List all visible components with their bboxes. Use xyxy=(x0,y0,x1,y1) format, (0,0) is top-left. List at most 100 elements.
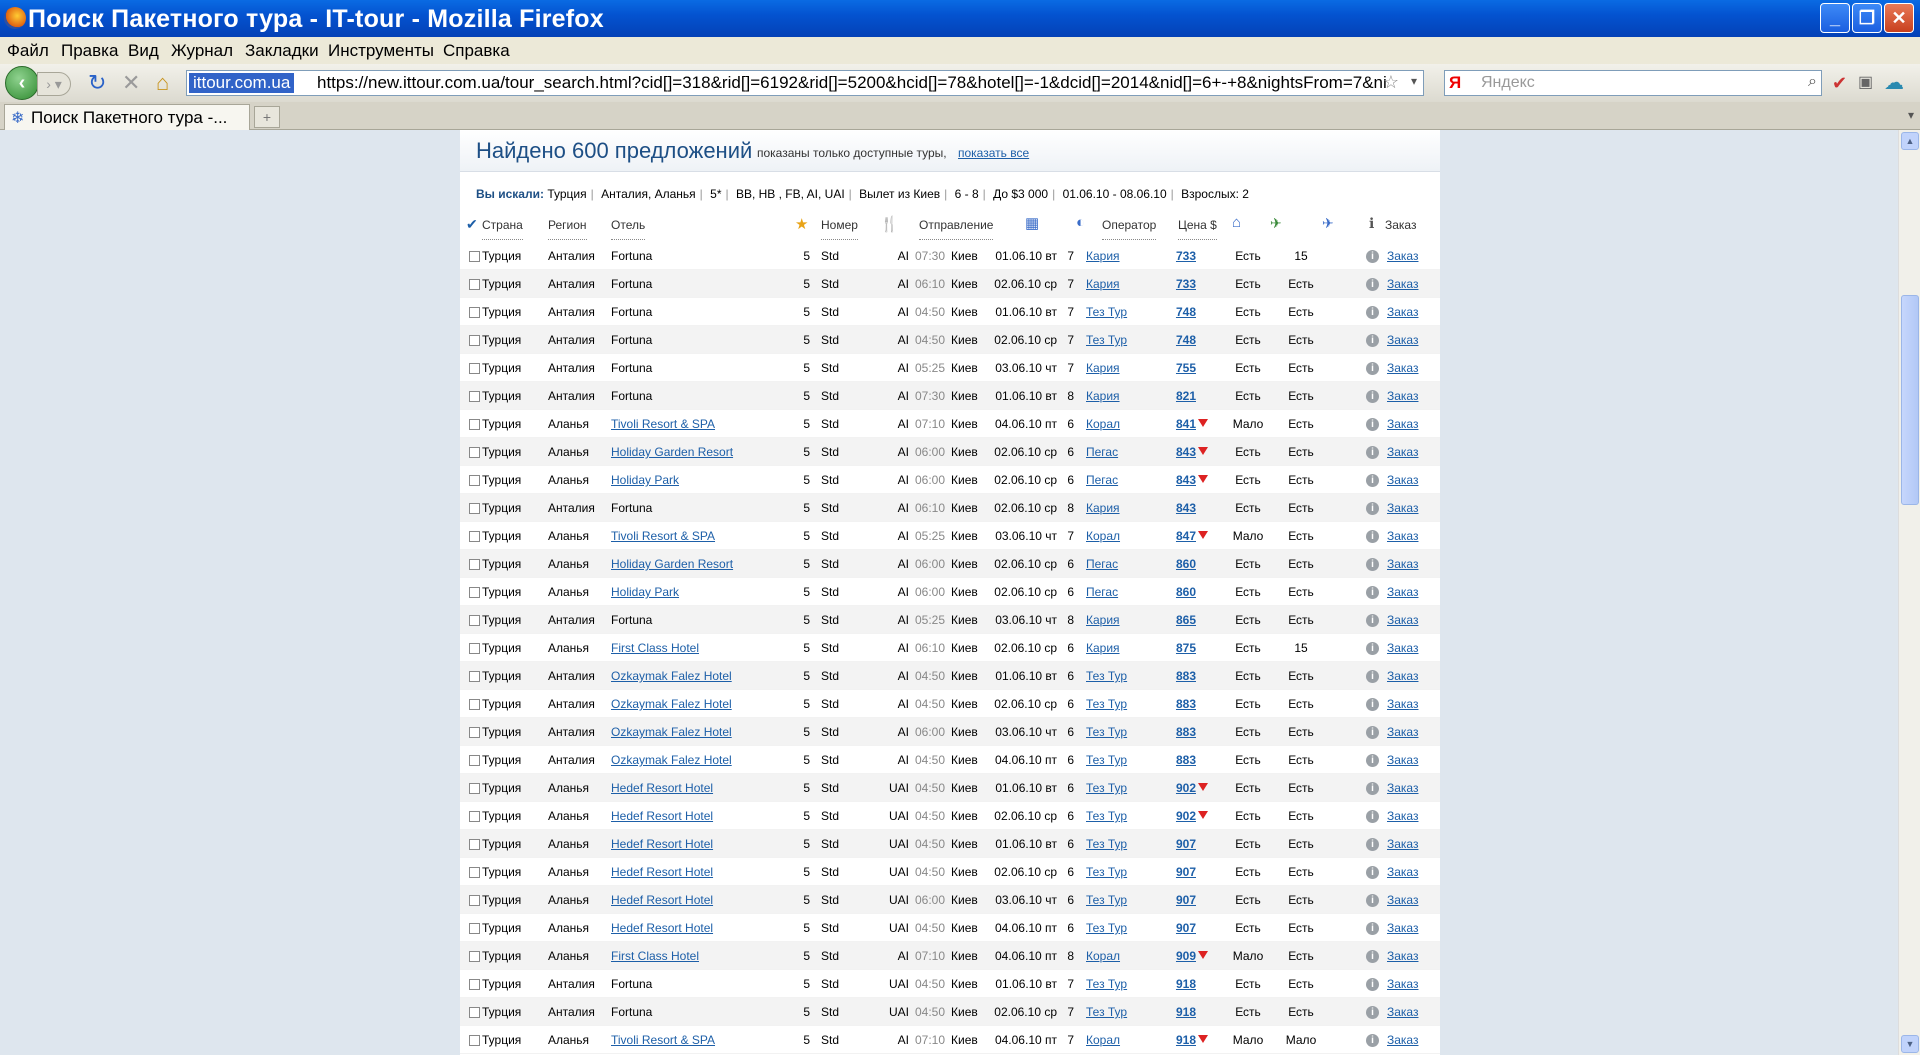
cell-hotel[interactable]: First Class Hotel xyxy=(611,949,699,963)
cell-operator[interactable]: Пегас xyxy=(1086,473,1118,487)
cell-operator[interactable]: Кария xyxy=(1086,361,1120,375)
row-checkbox[interactable] xyxy=(469,475,480,486)
order-link[interactable]: Заказ xyxy=(1387,361,1418,375)
row-info-icon[interactable]: i xyxy=(1366,250,1379,263)
row-info-icon[interactable]: i xyxy=(1366,838,1379,851)
order-link[interactable]: Заказ xyxy=(1387,669,1418,683)
row-checkbox[interactable] xyxy=(469,895,480,906)
search-input[interactable]: Яндекс xyxy=(1481,74,1535,92)
cell-price[interactable]: 907 xyxy=(1162,893,1196,907)
cell-operator[interactable]: Кария xyxy=(1086,501,1120,515)
cell-price[interactable]: 748 xyxy=(1162,305,1196,319)
stars-icon[interactable]: ★ xyxy=(795,215,808,237)
cell-hotel[interactable]: Ozkaymak Falez Hotel xyxy=(611,669,732,683)
cell-price[interactable]: 883 xyxy=(1162,669,1196,683)
cell-price[interactable]: 918 xyxy=(1162,1005,1196,1019)
order-link[interactable]: Заказ xyxy=(1387,865,1418,879)
cell-price[interactable]: 918 xyxy=(1162,1033,1196,1047)
cell-operator[interactable]: Пегас xyxy=(1086,585,1118,599)
cell-operator[interactable]: Пегас xyxy=(1086,445,1118,459)
order-link[interactable]: Заказ xyxy=(1387,781,1418,795)
menu-history[interactable]: Журнал xyxy=(171,41,233,61)
row-info-icon[interactable]: i xyxy=(1366,558,1379,571)
row-checkbox[interactable] xyxy=(469,335,480,346)
col-departure[interactable]: Отправление xyxy=(919,218,994,240)
cell-price[interactable]: 748 xyxy=(1162,333,1196,347)
order-link[interactable]: Заказ xyxy=(1387,893,1418,907)
cell-operator[interactable]: Кария xyxy=(1086,641,1120,655)
show-all-link[interactable]: показать все xyxy=(958,146,1029,160)
cell-price[interactable]: 907 xyxy=(1162,921,1196,935)
row-checkbox[interactable] xyxy=(469,391,480,402)
cell-operator[interactable]: Тез Тур xyxy=(1086,725,1127,739)
cell-price[interactable]: 733 xyxy=(1162,277,1196,291)
back-button[interactable]: ‹ xyxy=(5,66,39,100)
cell-operator[interactable]: Кария xyxy=(1086,277,1120,291)
cell-price[interactable]: 843 xyxy=(1162,501,1196,515)
addon-icon[interactable]: ✔ xyxy=(1832,72,1847,94)
order-link[interactable]: Заказ xyxy=(1387,977,1418,991)
scroll-up-button[interactable]: ▲ xyxy=(1901,132,1919,150)
order-link[interactable]: Заказ xyxy=(1387,697,1418,711)
row-info-icon[interactable]: i xyxy=(1366,278,1379,291)
cell-price[interactable]: 883 xyxy=(1162,725,1196,739)
cell-operator[interactable]: Корал xyxy=(1086,529,1120,543)
col-price[interactable]: Цена $ xyxy=(1178,218,1217,240)
cell-operator[interactable]: Тез Тур xyxy=(1086,697,1127,711)
cell-operator[interactable]: Тез Тур xyxy=(1086,669,1127,683)
cell-hotel[interactable]: Holiday Park xyxy=(611,585,679,599)
cell-hotel[interactable]: Tivoli Resort & SPA xyxy=(611,417,715,431)
forward-button[interactable]: › ▾ xyxy=(37,72,71,96)
url-bar[interactable]: ittour.com.ua https://new.ittour.com.ua/… xyxy=(186,70,1424,96)
calendar-icon[interactable]: ▦ xyxy=(1025,214,1039,236)
cell-price[interactable]: 909 xyxy=(1162,949,1196,963)
row-checkbox[interactable] xyxy=(469,811,480,822)
col-hotel[interactable]: Отель xyxy=(611,218,646,240)
row-checkbox[interactable] xyxy=(469,671,480,682)
row-info-icon[interactable]: i xyxy=(1366,782,1379,795)
row-checkbox[interactable] xyxy=(469,279,480,290)
row-checkbox[interactable] xyxy=(469,363,480,374)
cell-price[interactable]: 847 xyxy=(1162,529,1196,543)
order-link[interactable]: Заказ xyxy=(1387,277,1418,291)
order-link[interactable]: Заказ xyxy=(1387,445,1418,459)
row-info-icon[interactable]: i xyxy=(1366,390,1379,403)
col-operator[interactable]: Оператор xyxy=(1102,218,1157,240)
row-checkbox[interactable] xyxy=(469,587,480,598)
row-checkbox[interactable] xyxy=(469,503,480,514)
order-link[interactable]: Заказ xyxy=(1387,529,1418,543)
row-info-icon[interactable]: i xyxy=(1366,446,1379,459)
menu-view[interactable]: Вид xyxy=(128,41,159,61)
cell-hotel[interactable]: Hedef Resort Hotel xyxy=(611,921,713,935)
row-checkbox[interactable] xyxy=(469,923,480,934)
row-info-icon[interactable]: i xyxy=(1366,502,1379,515)
order-link[interactable]: Заказ xyxy=(1387,641,1418,655)
flight-back-icon[interactable]: ✈ xyxy=(1322,215,1334,237)
cell-price[interactable]: 883 xyxy=(1162,753,1196,767)
row-checkbox[interactable] xyxy=(469,531,480,542)
site-identity[interactable]: ittour.com.ua xyxy=(189,73,295,93)
row-checkbox[interactable] xyxy=(469,251,480,262)
row-info-icon[interactable]: i xyxy=(1366,306,1379,319)
cell-price[interactable]: 883 xyxy=(1162,697,1196,711)
url-text[interactable]: https://new.ittour.com.ua/tour_search.ht… xyxy=(317,73,1387,93)
order-link[interactable]: Заказ xyxy=(1387,333,1418,347)
cell-hotel[interactable]: Hedef Resort Hotel xyxy=(611,837,713,851)
row-checkbox[interactable] xyxy=(469,615,480,626)
cell-price[interactable]: 860 xyxy=(1162,585,1196,599)
order-link[interactable]: Заказ xyxy=(1387,949,1418,963)
reload-icon[interactable]: ↻ xyxy=(88,72,106,94)
row-checkbox[interactable] xyxy=(469,755,480,766)
col-room[interactable]: Номер xyxy=(821,218,858,240)
row-checkbox[interactable] xyxy=(469,699,480,710)
order-link[interactable]: Заказ xyxy=(1387,249,1418,263)
hotel-availability-icon[interactable]: ⌂ xyxy=(1232,214,1241,236)
row-info-icon[interactable]: i xyxy=(1366,362,1379,375)
cell-operator[interactable]: Тез Тур xyxy=(1086,893,1127,907)
cell-price[interactable]: 902 xyxy=(1162,809,1196,823)
cell-operator[interactable]: Тез Тур xyxy=(1086,305,1127,319)
row-info-icon[interactable]: i xyxy=(1366,474,1379,487)
row-info-icon[interactable]: i xyxy=(1366,418,1379,431)
cell-hotel[interactable]: Tivoli Resort & SPA xyxy=(611,529,715,543)
food-icon[interactable]: 🍴 xyxy=(880,215,899,237)
